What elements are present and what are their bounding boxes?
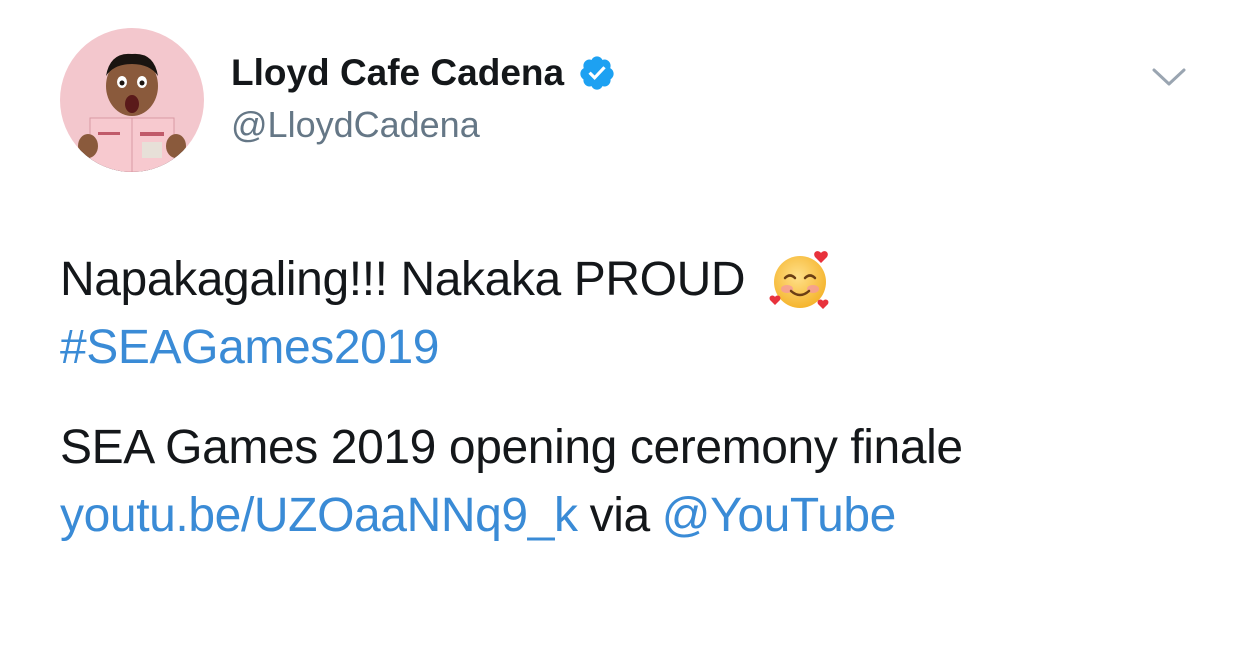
youtube-mention-link[interactable]: @YouTube	[662, 482, 897, 550]
hashtag-link[interactable]: #SEAGames2019	[60, 314, 439, 382]
chevron-down-icon[interactable]	[1150, 64, 1188, 90]
tweet-line-4: youtu.be/UZOaaNNq9_k via @YouTube	[60, 482, 1200, 550]
verified-badge-icon	[580, 56, 614, 90]
tweet-line-2: #SEAGames2019	[60, 314, 1200, 382]
tweet-text-line-3: SEA Games 2019 opening ceremony finale	[60, 421, 963, 474]
smiling-face-with-hearts-icon	[769, 251, 829, 309]
via-text: via	[589, 489, 651, 542]
avatar-photo	[60, 28, 204, 172]
author-handle[interactable]: @LloydCadena	[231, 104, 480, 146]
avatar[interactable]	[60, 28, 204, 172]
tweet-line-3: SEA Games 2019 opening ceremony finale	[60, 414, 1200, 482]
author-display-name[interactable]: Lloyd Cafe Cadena	[231, 52, 564, 94]
tweet-line-1: Napakagaling!!! Nakaka PROUD	[60, 246, 1200, 314]
tweet-text-line-1: Napakagaling!!! Nakaka PROUD	[60, 253, 746, 306]
tweet-card: Lloyd Cafe Cadena @LloydCadena Napakagal…	[0, 0, 1242, 670]
author-name-row: Lloyd Cafe Cadena	[231, 50, 616, 96]
youtube-link[interactable]: youtu.be/UZOaaNNq9_k	[60, 482, 578, 550]
tweet-body: Napakagaling!!! Nakaka PROUD #SEAGames20…	[60, 246, 1200, 550]
